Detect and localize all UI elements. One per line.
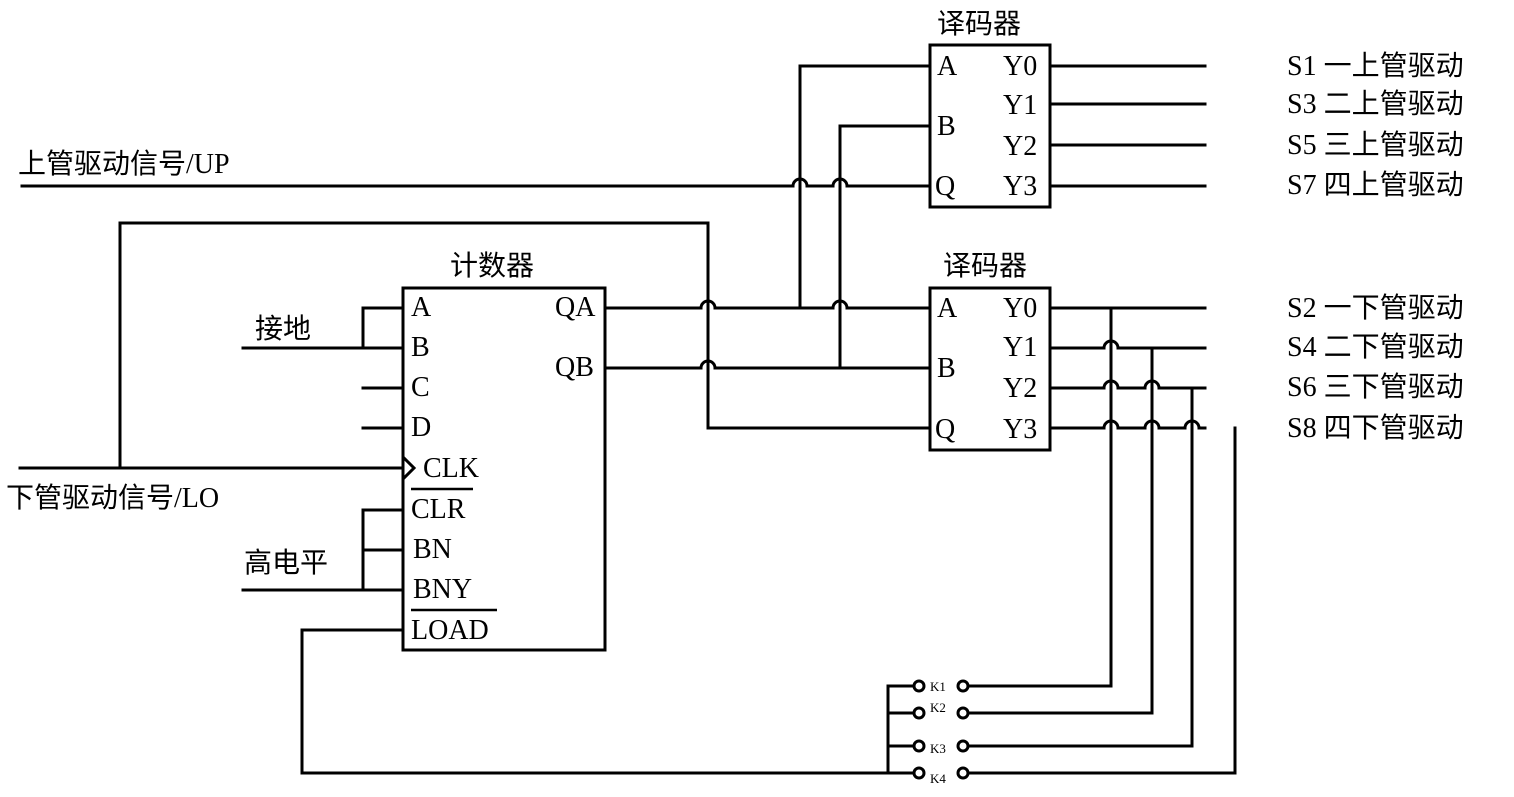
y3-lower-wire	[1048, 419, 1207, 430]
upper-decoder-pin-y0: Y0	[1003, 51, 1037, 82]
s2-label: S2 一下管驱动	[1287, 292, 1464, 324]
switch-k2[interactable]: K2	[912, 700, 970, 720]
switch-k1[interactable]: K1	[912, 679, 970, 694]
counter-pin-clr: CLR	[411, 494, 466, 525]
y1-lower-wire	[1048, 339, 1207, 350]
upper-output-wires	[1048, 64, 1207, 188]
s3-label: S3 二上管驱动	[1287, 88, 1464, 120]
counter-pin-qb: QB	[555, 352, 594, 383]
qa-wire	[603, 299, 932, 310]
lo-signal-label: 下管驱动信号/LO	[6, 482, 219, 514]
switch-k2-left-terminal[interactable]	[912, 706, 926, 720]
switch-k2-label: K2	[930, 700, 946, 715]
ground-label: 接地	[255, 313, 311, 345]
counter-pin-bn: BN	[413, 534, 452, 565]
switch-k1-right-terminal[interactable]	[956, 679, 970, 693]
switch-k3[interactable]: K3	[912, 739, 970, 756]
counter-title: 计数器	[450, 250, 534, 282]
switch-k3-label: K3	[930, 741, 946, 756]
counter-pin-qa: QA	[555, 292, 596, 323]
qb-wire	[603, 359, 932, 370]
switch-k4-left-terminal[interactable]	[912, 766, 926, 780]
switch-k4-right-terminal[interactable]	[956, 766, 970, 780]
k4-tap-wire	[966, 426, 1237, 775]
upper-decoder-pin-a: A	[937, 51, 958, 82]
lower-decoder-pin-y3: Y3	[1003, 414, 1037, 445]
s1-label: S1 一上管驱动	[1287, 50, 1464, 82]
upper-decoder-pin-y3: Y3	[1003, 171, 1037, 202]
s4-label: S4 二下管驱动	[1287, 331, 1464, 363]
lower-decoder-pin-a: A	[937, 293, 958, 324]
qb-to-upper-b-wire	[838, 124, 932, 370]
counter-pin-bny: BNY	[413, 574, 472, 605]
counter-pin-c: C	[411, 372, 430, 403]
s6-label: S6 三下管驱动	[1287, 371, 1464, 403]
lower-decoder-pin-q: Q	[935, 414, 955, 445]
lower-decoder-title: 译码器	[943, 251, 1027, 282]
s8-label: S8 四下管驱动	[1287, 412, 1464, 444]
lower-decoder-pin-y1: Y1	[1003, 332, 1037, 363]
lower-decoder-pin-b: B	[937, 353, 956, 384]
up-signal-label: 上管驱动信号/UP	[18, 148, 230, 180]
circuit-diagram: 上管驱动信号/UP 下管驱动信号/LO 接地 高电平 计数器 A B C D C…	[6, 9, 1464, 786]
upper-decoder-pin-b: B	[937, 111, 956, 142]
y2-lower-wire	[1048, 379, 1207, 390]
switch-k1-label: K1	[930, 679, 946, 694]
s7-label: S7 四上管驱动	[1287, 169, 1464, 201]
lower-decoder-pin-y0: Y0	[1003, 293, 1037, 324]
up-signal-wire	[20, 177, 932, 188]
switch-bus-wire	[886, 684, 916, 775]
switch-k1-left-terminal[interactable]	[912, 679, 926, 693]
counter-pin-clk: CLK	[423, 453, 479, 484]
s5-label: S5 三上管驱动	[1287, 129, 1464, 161]
counter-pin-a: A	[411, 292, 432, 323]
high-level-label: 高电平	[244, 547, 328, 579]
switch-k3-left-terminal[interactable]	[912, 739, 926, 753]
upper-decoder-title: 译码器	[937, 9, 1021, 40]
switch-k3-right-terminal[interactable]	[956, 739, 970, 753]
lower-decoder-pin-y2: Y2	[1003, 373, 1037, 404]
switch-k4[interactable]: K4	[912, 766, 970, 786]
upper-decoder-pin-q: Q	[935, 171, 955, 202]
upper-decoder-pin-y1: Y1	[1003, 90, 1037, 121]
counter-pin-load: LOAD	[411, 615, 489, 646]
switch-k2-right-terminal[interactable]	[956, 706, 970, 720]
counter-pin-d: D	[411, 412, 431, 443]
counter-pin-b: B	[411, 332, 430, 363]
switch-k4-label: K4	[930, 771, 946, 786]
upper-decoder-pin-y2: Y2	[1003, 131, 1037, 162]
